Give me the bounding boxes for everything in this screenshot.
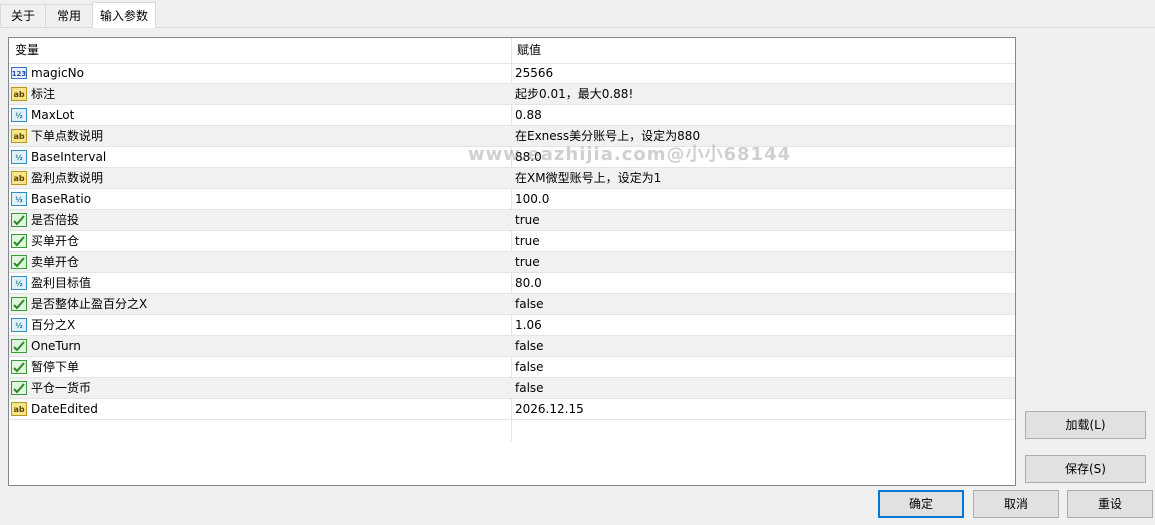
parameter-value[interactable]: true: [515, 231, 540, 251]
parameter-value[interactable]: 100.0: [515, 189, 549, 209]
parameter-name: 百分之X: [31, 318, 76, 332]
parameter-name: 平仓一货币: [31, 381, 92, 395]
parameter-name: 暂停下单: [31, 360, 80, 374]
table-row[interactable]: ab DateEdited 2026.12.15: [9, 399, 1015, 420]
parameter-value[interactable]: false: [515, 336, 544, 356]
table-row[interactable]: 123 magicNo 25566: [9, 63, 1015, 84]
parameter-value[interactable]: 2026.12.15: [515, 399, 584, 419]
table-row[interactable]: ab 下单点数说明 在Exness美分账号上，设定为880: [9, 126, 1015, 147]
header-variable[interactable]: 变量: [9, 38, 511, 63]
parameter-name: BaseInterval: [31, 150, 107, 164]
string-type-icon: ab: [11, 128, 27, 144]
table-row[interactable]: OneTurn false: [9, 336, 1015, 357]
tab-input-parameters[interactable]: 输入参数: [92, 2, 156, 28]
ok-button[interactable]: 确定: [878, 490, 964, 518]
boolean-type-icon: [11, 359, 27, 375]
parameters-grid[interactable]: 变量 赋值 123 magicNo 25566 ab 标注 起步0.01，最大0.88! ½…: [8, 37, 1016, 486]
table-row[interactable]: ab 盈利点数说明 在XM微型账号上，设定为1: [9, 168, 1015, 189]
tab-bar: 关于 常用 输入参数: [0, 0, 1155, 28]
save-button[interactable]: 保存(S): [1025, 455, 1146, 483]
svg-text:ab: ab: [13, 90, 24, 99]
svg-text:½: ½: [15, 112, 22, 120]
double-type-icon: ½: [11, 107, 27, 123]
parameter-name: OneTurn: [31, 339, 81, 353]
parameter-name: 标注: [31, 87, 56, 101]
svg-text:½: ½: [15, 196, 22, 204]
cancel-button[interactable]: 取消: [973, 490, 1059, 518]
boolean-type-icon: [11, 380, 27, 396]
parameter-name: 盈利点数说明: [31, 171, 104, 185]
svg-text:½: ½: [15, 322, 22, 330]
table-row[interactable]: ½ BaseRatio 100.0: [9, 189, 1015, 210]
tab-common[interactable]: 常用: [45, 4, 93, 26]
header-value[interactable]: 赋值: [511, 38, 1015, 63]
parameter-value[interactable]: false: [515, 357, 544, 377]
parameter-value[interactable]: 0.88: [515, 105, 542, 125]
svg-text:123: 123: [12, 70, 27, 78]
table-row[interactable]: 是否倍投 true: [9, 210, 1015, 231]
table-row[interactable]: ½ 百分之X 1.06: [9, 315, 1015, 336]
double-type-icon: ½: [11, 149, 27, 165]
parameter-value[interactable]: 88.0: [515, 147, 542, 167]
parameter-value[interactable]: 1.06: [515, 315, 542, 335]
svg-text:ab: ab: [13, 405, 24, 414]
parameter-name: 下单点数说明: [31, 129, 104, 143]
parameter-name: 卖单开仓: [31, 255, 80, 269]
parameter-value[interactable]: false: [515, 294, 544, 314]
integer-type-icon: 123: [11, 65, 27, 81]
double-type-icon: ½: [11, 275, 27, 291]
svg-text:½: ½: [15, 154, 22, 162]
table-row[interactable]: 是否整体止盈百分之X false: [9, 294, 1015, 315]
parameter-value[interactable]: 起步0.01，最大0.88!: [515, 84, 633, 104]
parameter-name: DateEdited: [31, 402, 98, 416]
boolean-type-icon: [11, 296, 27, 312]
double-type-icon: ½: [11, 191, 27, 207]
svg-text:½: ½: [15, 280, 22, 288]
parameter-name: MaxLot: [31, 108, 75, 122]
table-row[interactable]: ½ 盈利目标值 80.0: [9, 273, 1015, 294]
parameter-value[interactable]: 25566: [515, 63, 553, 83]
tab-about[interactable]: 关于: [0, 4, 46, 26]
load-button[interactable]: 加载(L): [1025, 411, 1146, 439]
svg-text:ab: ab: [13, 174, 24, 183]
boolean-type-icon: [11, 338, 27, 354]
parameter-value[interactable]: 在Exness美分账号上，设定为880: [515, 126, 700, 146]
svg-text:ab: ab: [13, 132, 24, 141]
table-row[interactable]: ab 标注 起步0.01，最大0.88!: [9, 84, 1015, 105]
parameter-value[interactable]: 80.0: [515, 273, 542, 293]
parameter-value[interactable]: 在XM微型账号上，设定为1: [515, 168, 661, 188]
string-type-icon: ab: [11, 170, 27, 186]
parameter-name: magicNo: [31, 66, 84, 80]
double-type-icon: ½: [11, 317, 27, 333]
boolean-type-icon: [11, 212, 27, 228]
parameter-name: 是否倍投: [31, 213, 80, 227]
string-type-icon: ab: [11, 401, 27, 417]
parameter-name: 买单开仓: [31, 234, 80, 248]
table-row[interactable]: 卖单开仓 true: [9, 252, 1015, 273]
parameter-value[interactable]: false: [515, 378, 544, 398]
table-row[interactable]: 暂停下单 false: [9, 357, 1015, 378]
parameter-name: BaseRatio: [31, 192, 92, 206]
grid-rows: 123 magicNo 25566 ab 标注 起步0.01，最大0.88! ½ MaxLot…: [9, 63, 1015, 420]
reset-button[interactable]: 重设: [1067, 490, 1153, 518]
boolean-type-icon: [11, 233, 27, 249]
parameter-value[interactable]: true: [515, 210, 540, 230]
table-row[interactable]: 买单开仓 true: [9, 231, 1015, 252]
parameter-name: 是否整体止盈百分之X: [31, 297, 148, 311]
table-row[interactable]: 平仓一货币 false: [9, 378, 1015, 399]
parameter-value[interactable]: true: [515, 252, 540, 272]
string-type-icon: ab: [11, 86, 27, 102]
boolean-type-icon: [11, 254, 27, 270]
grid-header: 变量 赋值: [9, 38, 1015, 64]
parameter-name: 盈利目标值: [31, 276, 92, 290]
table-row[interactable]: ½ MaxLot 0.88: [9, 105, 1015, 126]
table-row[interactable]: ½ BaseInterval 88.0: [9, 147, 1015, 168]
